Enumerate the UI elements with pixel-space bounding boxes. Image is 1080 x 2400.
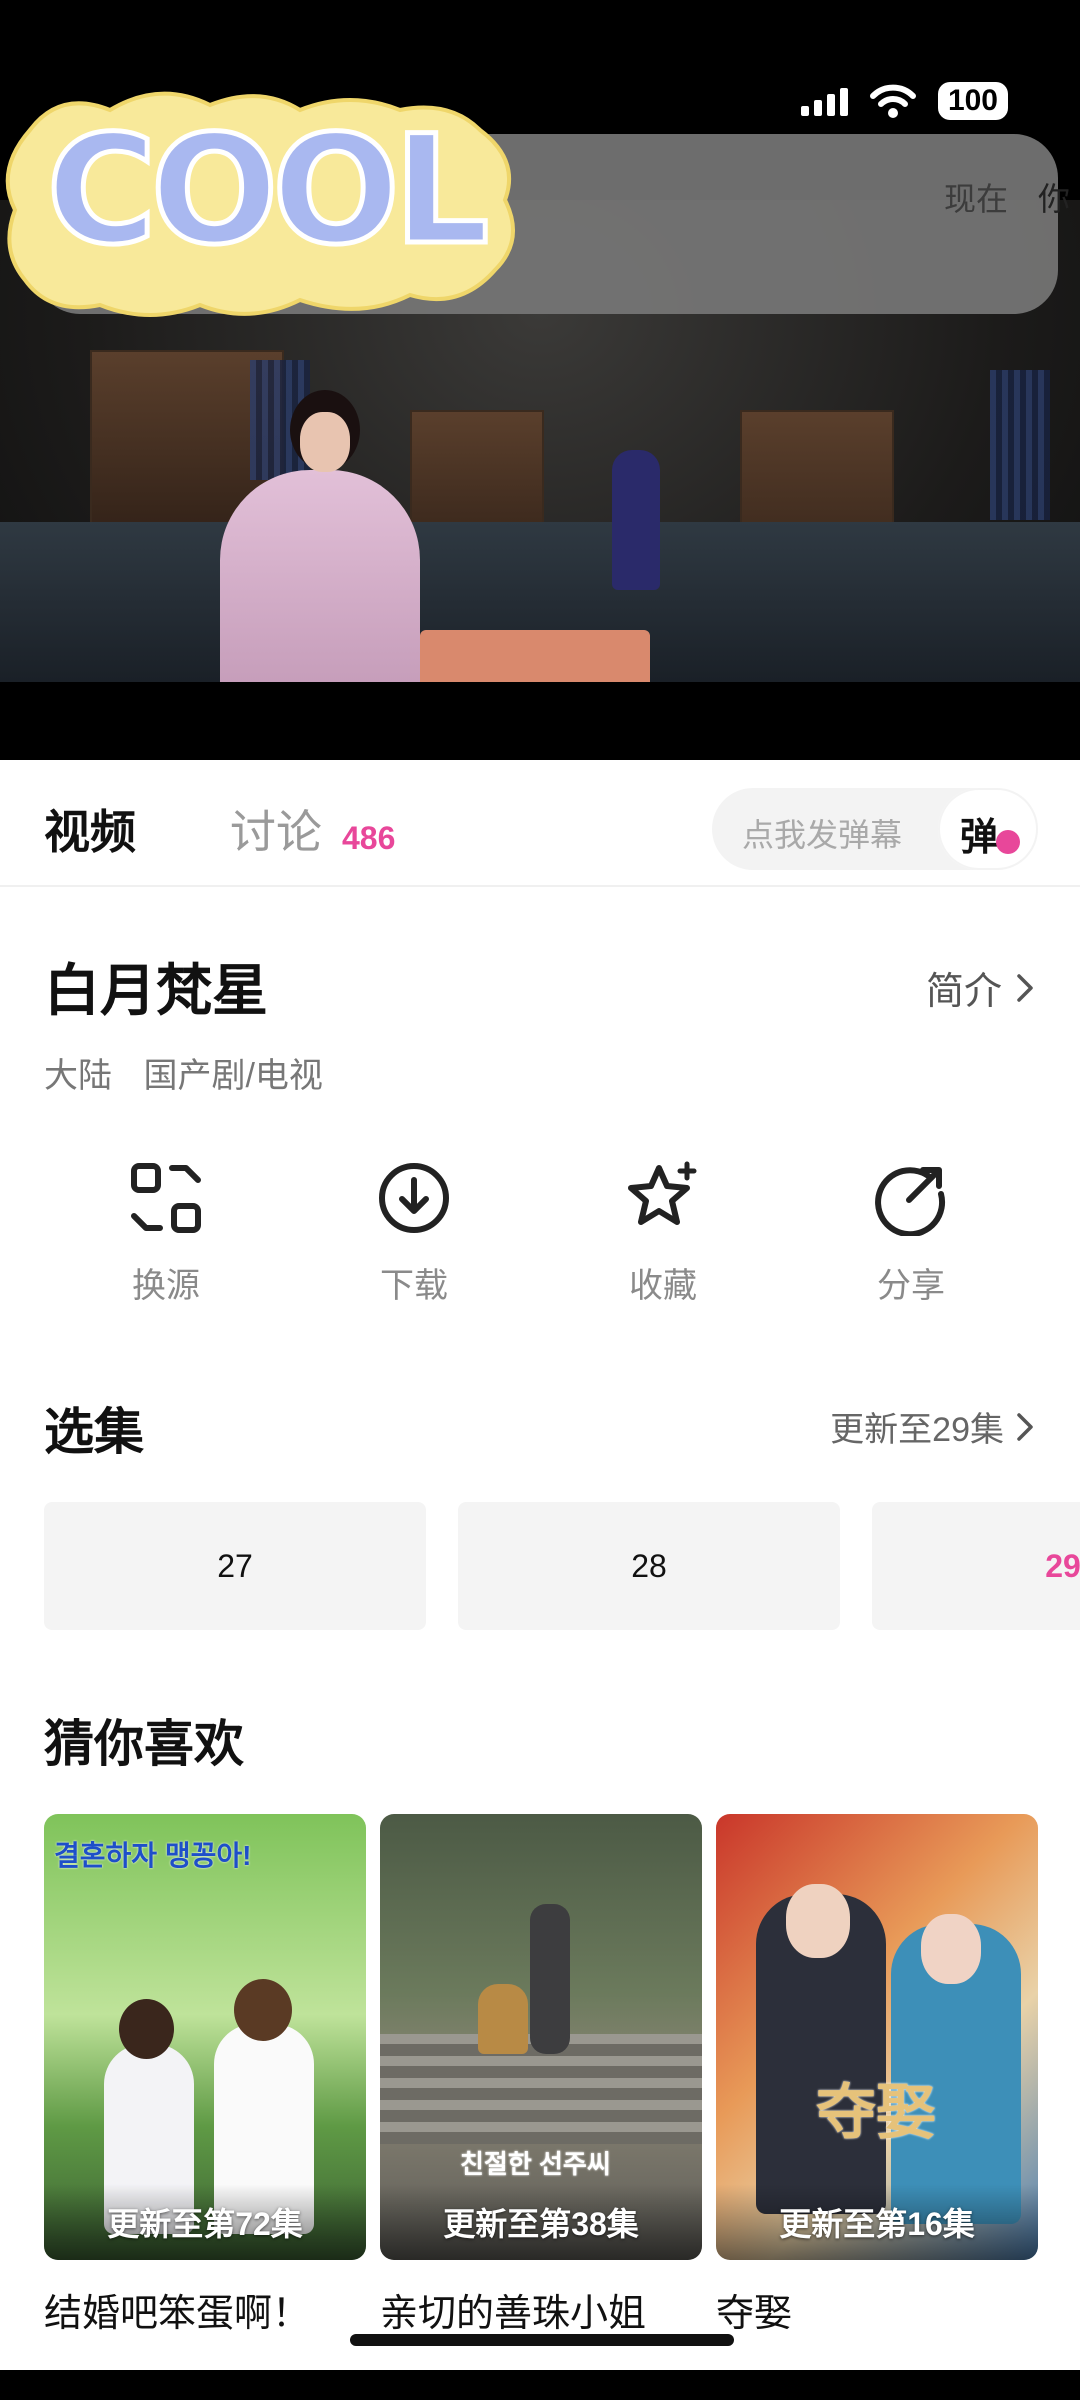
show-title: 白月梵星 [44, 959, 268, 1022]
danmu-check-icon [996, 830, 1020, 854]
danmu-input[interactable]: 点我发弹幕 弹 [712, 788, 1038, 870]
swap-source-button[interactable]: 换源 [76, 1160, 256, 1307]
episodes-more-link[interactable]: 更新至29集 [830, 1402, 1034, 1451]
update-badge: 更新至第16集 [716, 2184, 1038, 2260]
danmu-toggle-button[interactable]: 弹 [938, 788, 1038, 870]
star-icon [628, 1161, 697, 1225]
recommend-title: 夺娶 [716, 2293, 793, 2335]
bottom-bezel [0, 2370, 1080, 2400]
danmu-placeholder: 点我发弹幕 [742, 817, 903, 853]
cool-sticker: COOL [5, 91, 515, 317]
recommend-title: 亲切的善珠小姐 [380, 2293, 647, 2335]
table [420, 630, 650, 690]
battery-indicator: 100 [937, 82, 1008, 120]
download-icon [379, 1163, 449, 1233]
share-label: 分享 [877, 1267, 945, 1305]
episodes-section-title: 选集 [44, 1404, 144, 1460]
swap-source-icon [131, 1163, 201, 1233]
background-window [990, 370, 1050, 520]
favorite-label: 收藏 [629, 1267, 697, 1305]
show-meta: 大陆 国产剧/电视 [44, 1048, 323, 1097]
update-badge: 更新至第72集 [44, 2184, 366, 2260]
content-panel: 视频 讨论 486 点我发弹幕 弹 白月梵星 简介 大陆 国产剧/电视 换源 下… [0, 760, 1080, 2400]
episode-item[interactable]: 27 [44, 1502, 426, 1630]
action-row: 换源 下载 收藏 分享 [0, 1160, 1080, 1310]
poster-image: 친절한 선주씨 更新至第38集 [380, 1814, 702, 2260]
actress-figure [220, 390, 420, 700]
favorite-button[interactable]: 收藏 [573, 1160, 753, 1307]
wifi-icon [869, 84, 916, 118]
download-label: 下载 [380, 1267, 448, 1305]
show-category: 国产剧/电视 [143, 1057, 323, 1095]
show-region: 大陆 [44, 1057, 112, 1095]
discuss-count-badge: 486 [342, 820, 396, 856]
episodes-update-status: 更新至29集 [830, 1411, 1004, 1449]
video-letterbox [0, 682, 1080, 760]
recommend-title: 结婚吧笨蛋啊！ [44, 2293, 311, 2335]
swap-source-label: 换源 [132, 1267, 200, 1305]
poster-title-text: 夺娶 [816, 2078, 936, 2148]
intro-link[interactable]: 简介 [926, 960, 1034, 1015]
episode-item[interactable]: 28 [458, 1502, 840, 1630]
tab-video[interactable]: 视频 [44, 796, 136, 862]
episode-item-current[interactable]: 29 [872, 1502, 1080, 1630]
poster-title-text: 친절한 선주씨 [460, 2149, 611, 2179]
poster-image: 결혼하자 맹꽁아! 更新至第72集 [44, 1814, 366, 2260]
recommend-list: 결혼하자 맹꽁아! 更新至第72集 结婚吧笨蛋啊！ 친절한 선주씨 更新至第38… [44, 1814, 1080, 2337]
home-indicator[interactable] [350, 2334, 734, 2346]
tab-bar: 视频 讨论 486 点我发弹幕 弹 [0, 760, 1080, 887]
recommend-card[interactable]: 친절한 선주씨 更新至第38集 亲切的善珠小姐 [380, 1814, 702, 2337]
danmu-icon: 弹 [960, 817, 999, 859]
poster-title-text: 결혼하자 맹꽁아! [54, 1840, 252, 1871]
sticker-text: COOL [47, 104, 486, 278]
share-icon [875, 1167, 946, 1236]
chevron-right-icon [1017, 973, 1033, 1002]
episode-list: 27 28 29 [44, 1502, 1080, 1630]
notification-text: 你 [1037, 181, 1070, 217]
download-button[interactable]: 下载 [324, 1160, 504, 1307]
tab-discuss[interactable]: 讨论 [230, 796, 322, 862]
update-badge: 更新至第38集 [380, 2184, 702, 2260]
intro-link-label: 简介 [925, 971, 1002, 1013]
system-icons: 100 [800, 82, 1008, 120]
cellular-signal-icon [800, 86, 848, 116]
poster-image: 夺娶 更新至第16集 [716, 1814, 1038, 2260]
recommend-card[interactable]: 결혼하자 맹꽁아! 更新至第72集 结婚吧笨蛋啊！ [44, 1814, 366, 2337]
recommend-section-title: 猜你喜欢 [44, 1716, 244, 1772]
recommend-card[interactable]: 夺娶 更新至第16集 夺娶 [716, 1814, 1038, 2337]
background-figure [612, 450, 660, 590]
notification-time: 现在 [943, 181, 1008, 217]
chevron-right-icon [1017, 1412, 1033, 1441]
share-button[interactable]: 分享 [821, 1160, 1001, 1307]
